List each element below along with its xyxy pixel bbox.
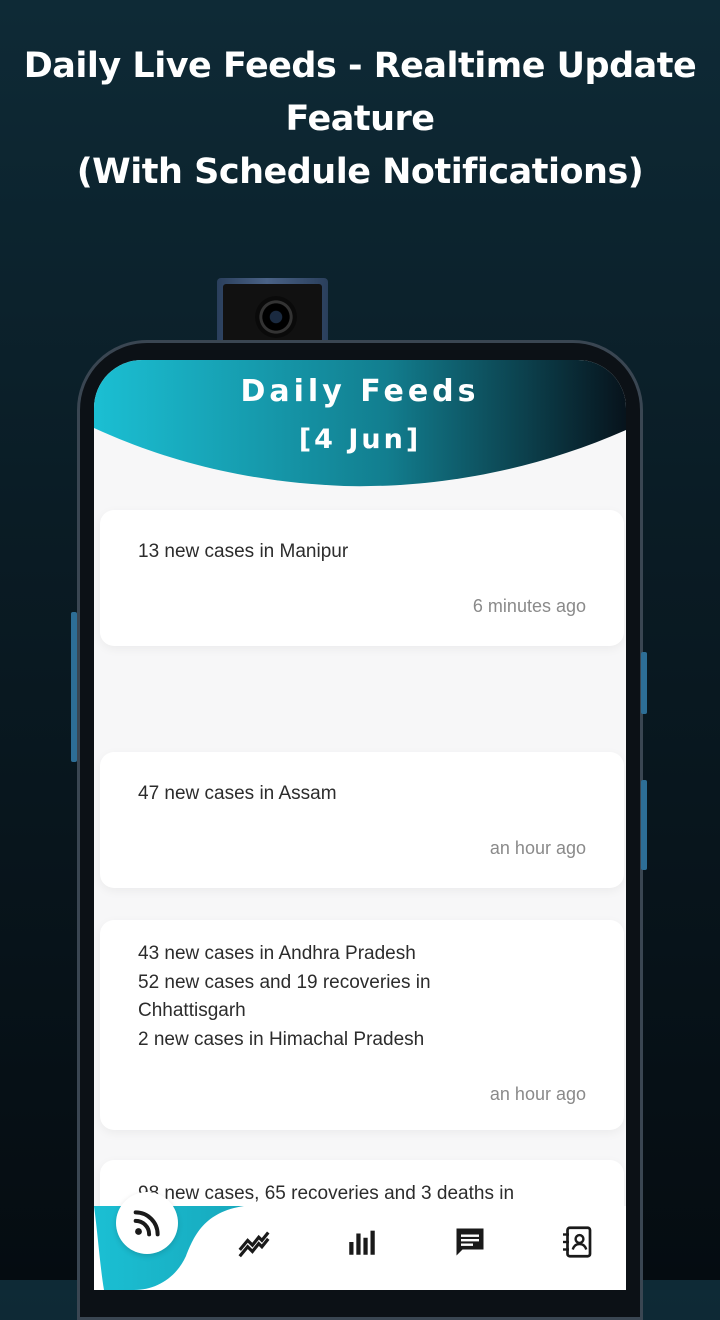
trend-icon <box>238 1231 270 1258</box>
feed-time: an hour ago <box>489 838 586 858</box>
nav-item-feeds[interactable] <box>116 1192 178 1254</box>
page-title: Daily Feeds <box>240 374 480 409</box>
chat-icon <box>456 1228 484 1256</box>
phone-volume-button <box>641 780 647 870</box>
feed-text: 47 new cases in Assam <box>138 780 578 809</box>
feed-text: 43 new cases in Andhra Pradesh 52 new ca… <box>138 940 578 1054</box>
app-screen: Daily Feeds [4 Jun] 13 new cases in Mani… <box>94 360 626 1290</box>
bottom-nav <box>94 1192 626 1290</box>
feed-line: 43 new cases in Andhra Pradesh <box>138 943 416 964</box>
feed-time: an hour ago <box>489 1084 586 1104</box>
popup-camera <box>217 278 328 344</box>
feed-text: 13 new cases in Manipur <box>138 538 578 567</box>
phone-side-button-left <box>71 612 77 762</box>
rss-icon <box>133 1210 160 1237</box>
feed-line: 52 new cases and 19 recoveries in <box>138 971 431 993</box>
feed-line: 98 new cases, 65 recoveries and 3 deaths… <box>138 1183 515 1204</box>
promo-heading: Daily Live Feeds - Realtime Update Featu… <box>0 40 720 199</box>
nav-item-stats[interactable] <box>342 1222 382 1262</box>
feed-card[interactable]: 13 new cases in Manipur 6 minutes ago <box>100 510 624 646</box>
nav-item-contacts[interactable] <box>558 1222 598 1262</box>
feed-card[interactable]: 43 new cases in Andhra Pradesh 52 new ca… <box>100 920 624 1130</box>
bar-chart-icon <box>349 1230 375 1255</box>
date-label: [4 Jun] <box>298 424 422 455</box>
camera-lens-icon <box>255 296 297 338</box>
promo-line-1: Daily Live Feeds - Realtime Update <box>23 46 697 86</box>
feed-card[interactable]: 47 new cases in Assam an hour ago <box>100 752 624 888</box>
feed-line: 13 new cases in Manipur <box>138 541 349 562</box>
feed-time: 6 minutes ago <box>472 596 586 616</box>
feed-line: 2 new cases in Himachal Pradesh <box>138 1028 425 1050</box>
feed-line: Chhattisgarh <box>138 1000 246 1021</box>
promo-line-2: Feature <box>285 99 436 139</box>
feed-line: 47 new cases in Assam <box>138 783 337 804</box>
nav-item-messages[interactable] <box>450 1222 490 1262</box>
contacts-icon <box>563 1226 592 1258</box>
phone-power-button <box>641 652 647 714</box>
feed-text: 98 new cases, 65 recoveries and 3 deaths… <box>138 1180 578 1209</box>
promo-line-3: (With Schedule Notifications) <box>76 152 644 192</box>
nav-item-trend[interactable] <box>234 1222 274 1262</box>
